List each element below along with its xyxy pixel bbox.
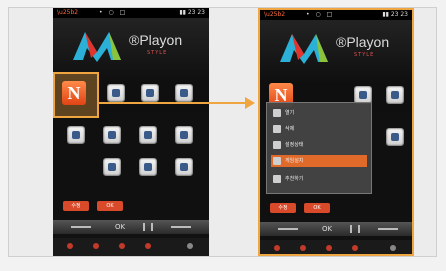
dot-icon — [326, 245, 332, 251]
dot-icon — [119, 243, 125, 249]
status-bar: \u25b2 • ○ □ ▮▮ 23 23 — [53, 8, 209, 18]
menu-item-label: 게임설치 — [285, 158, 304, 164]
status-time: ▮▮ 23 23 — [179, 9, 205, 16]
ok-button[interactable]: OK — [322, 222, 332, 236]
context-menu-item[interactable]: 추천하기 — [271, 173, 367, 185]
screenshot-frame: \u25b2 • ○ □ ▮▮ 23 23 ®Playon STYLE N 수정 — [8, 7, 437, 257]
logo-m-icon — [280, 34, 328, 64]
bottom-bar — [53, 238, 209, 256]
softkeys: 수정 OK — [260, 203, 412, 215]
app-icon[interactable] — [139, 126, 157, 144]
app-icon[interactable] — [103, 158, 121, 176]
app-icon[interactable] — [175, 126, 193, 144]
menu-item-label: 추천하기 — [285, 176, 304, 182]
logo-subtitle: STYLE — [147, 50, 168, 56]
edit-softkey[interactable]: 수정 — [63, 201, 89, 211]
app-icon[interactable] — [175, 158, 193, 176]
app-icon[interactable] — [386, 128, 404, 146]
bottom-bar — [260, 240, 412, 254]
status-icons: • ○ □ — [306, 11, 335, 18]
n-app-icon[interactable]: N — [62, 81, 86, 105]
dot-icon — [352, 245, 358, 251]
settings-icon[interactable] — [390, 245, 396, 251]
back-icon[interactable] — [278, 228, 298, 230]
dot-icon — [300, 245, 306, 251]
signal-icon: \u25b2 — [57, 9, 79, 16]
dot-icon — [67, 243, 73, 249]
arrow-right-icon — [245, 97, 255, 109]
edit-softkey[interactable]: 수정 — [270, 203, 296, 213]
context-menu: 열기 삭제 설정상태 게임설치 추천하기 — [266, 102, 372, 194]
logo-m-icon — [73, 32, 121, 62]
signal-icon: \u25b2 — [264, 11, 286, 18]
softkeys: 수정 OK — [53, 201, 209, 213]
status-time: ▮▮ 23 23 — [382, 11, 408, 18]
logo-text: ®Playon — [129, 32, 183, 48]
app-icon[interactable] — [103, 126, 121, 144]
app-icon[interactable] — [107, 84, 125, 102]
phone-screen-before: \u25b2 • ○ □ ▮▮ 23 23 ®Playon STYLE N 수정 — [53, 8, 209, 256]
forward-icon[interactable] — [171, 226, 191, 228]
nav-bar: OK — [260, 222, 412, 236]
app-icon[interactable] — [175, 84, 193, 102]
settings-icon[interactable] — [187, 243, 193, 249]
ok-softkey[interactable]: OK — [97, 201, 123, 211]
dot-icon — [93, 243, 99, 249]
status-icons: • ○ □ — [99, 9, 128, 16]
menu-item-icon — [273, 141, 281, 149]
menu-icon[interactable] — [350, 225, 360, 233]
ok-softkey[interactable]: OK — [304, 203, 330, 213]
app-icon[interactable] — [386, 86, 404, 104]
status-bar: \u25b2 • ○ □ ▮▮ 23 23 — [260, 10, 412, 20]
app-icon[interactable] — [67, 126, 85, 144]
transition-arrow-line — [99, 102, 247, 104]
dot-icon — [274, 245, 280, 251]
menu-item-label: 열기 — [285, 110, 295, 116]
app-icon[interactable] — [141, 84, 159, 102]
menu-icon[interactable] — [143, 223, 153, 231]
back-icon[interactable] — [71, 226, 91, 228]
menu-item-icon — [273, 109, 281, 117]
logo-text: ®Playon — [336, 34, 390, 50]
context-menu-item-selected[interactable]: 게임설치 — [271, 155, 367, 167]
context-menu-item[interactable]: 삭제 — [271, 123, 367, 135]
menu-item-icon — [273, 175, 281, 183]
ok-button[interactable]: OK — [115, 220, 125, 234]
logo-subtitle: STYLE — [354, 52, 375, 58]
context-menu-item[interactable]: 열기 — [271, 107, 367, 119]
app-icon[interactable] — [139, 158, 157, 176]
phone-screen-after: \u25b2 • ○ □ ▮▮ 23 23 ®Playon STYLE N 열기 — [258, 8, 414, 256]
menu-item-icon — [273, 125, 281, 133]
context-menu-item[interactable]: 설정상태 — [271, 139, 367, 151]
menu-item-label: 삭제 — [285, 126, 295, 132]
forward-icon[interactable] — [378, 228, 398, 230]
playon-logo: ®Playon STYLE — [278, 30, 408, 64]
menu-item-label: 설정상태 — [285, 142, 304, 148]
dot-icon — [145, 243, 151, 249]
playon-logo: ®Playon STYLE — [71, 28, 201, 62]
menu-item-icon — [273, 157, 281, 165]
nav-bar: OK — [53, 220, 209, 234]
